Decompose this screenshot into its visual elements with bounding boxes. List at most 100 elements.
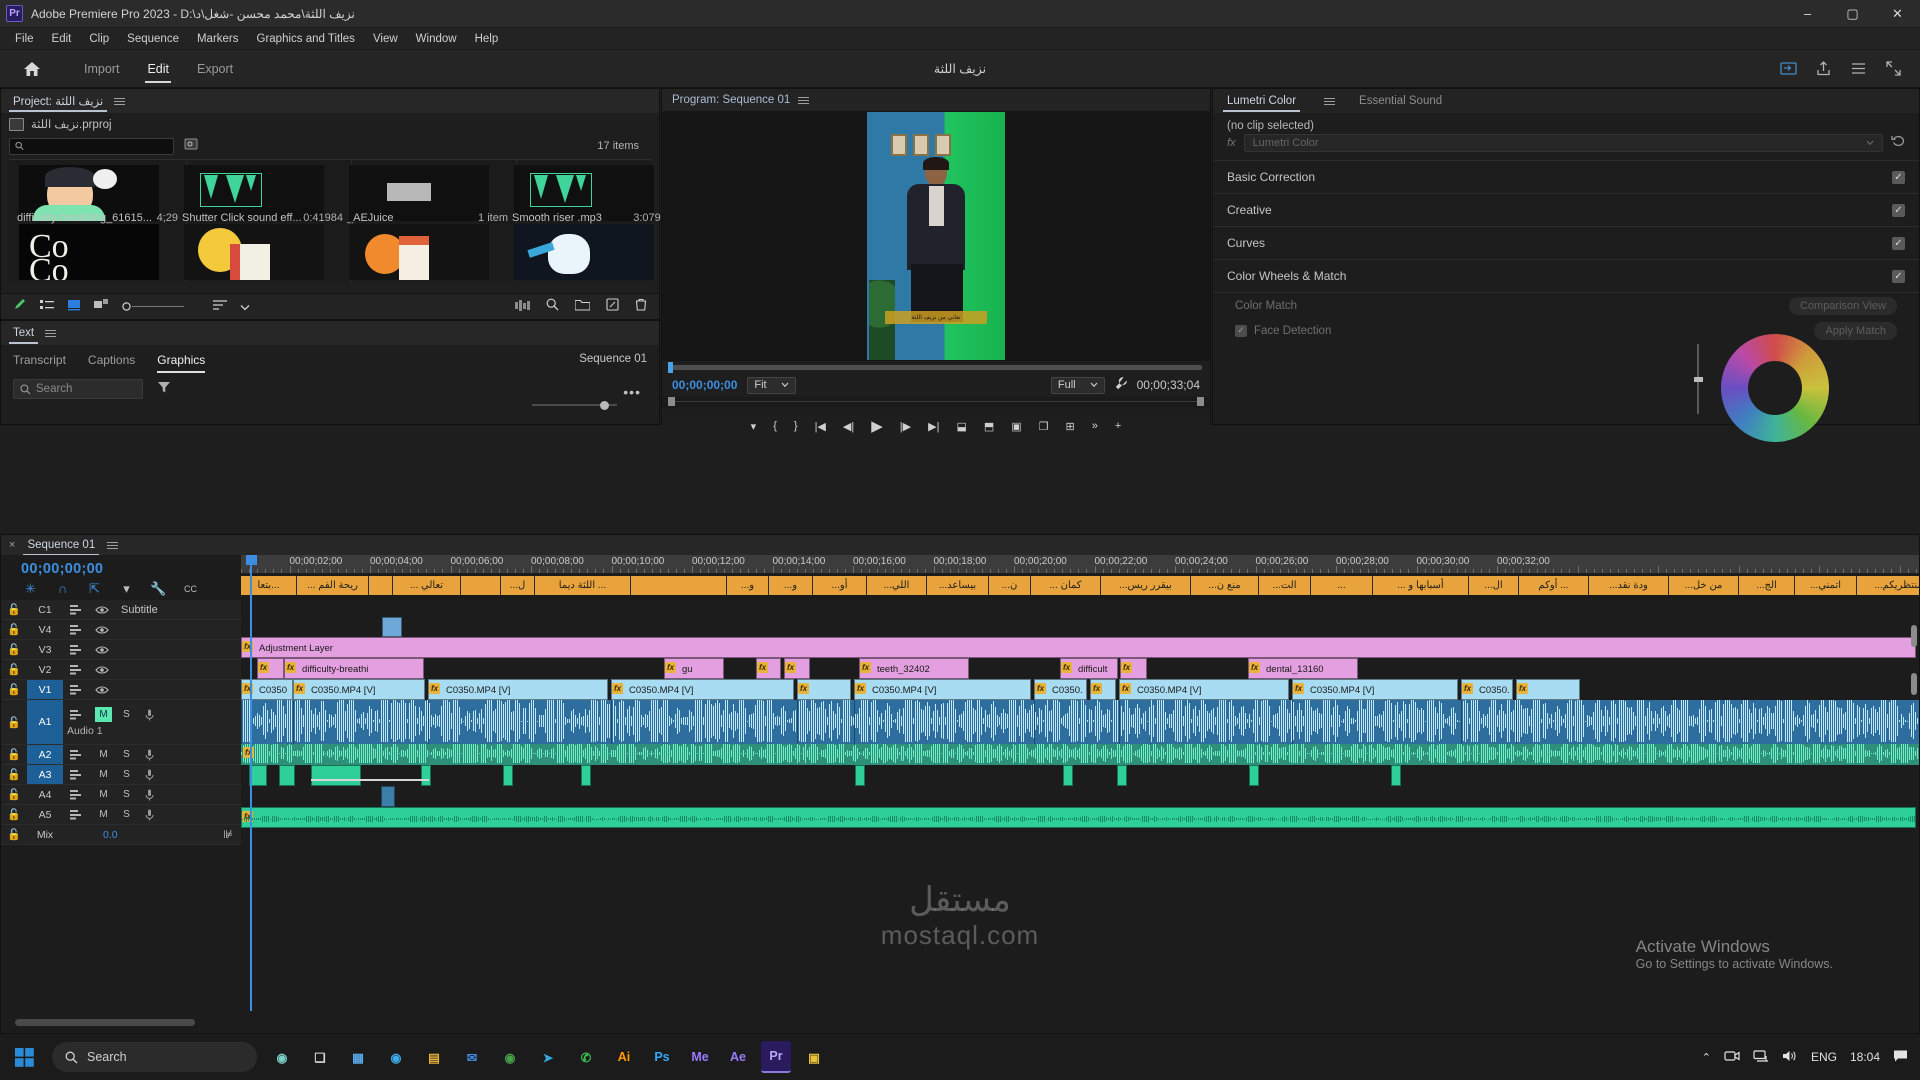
workspace-tab-export[interactable]: Export (183, 50, 247, 88)
linked-selection-icon[interactable]: ⇱ (87, 581, 102, 596)
audio-keyframe-line[interactable] (311, 779, 429, 781)
step-back-icon[interactable]: ◀| (843, 420, 854, 433)
auto-match-icon[interactable] (515, 298, 530, 316)
track-target-icon[interactable] (63, 809, 89, 820)
workspace-tab-edit[interactable]: Edit (133, 50, 183, 88)
out-point-marker[interactable] (1197, 397, 1204, 406)
menu-markers[interactable]: Markers (188, 30, 248, 48)
graphics-more-options-icon[interactable]: ••• (623, 384, 641, 400)
graphics-zoom-knob[interactable] (600, 401, 609, 410)
menu-sequence[interactable]: Sequence (118, 30, 188, 48)
expand-icon[interactable] (1885, 60, 1902, 77)
more-options-icon[interactable] (1850, 60, 1867, 77)
subtitle-clip[interactable]: ... أسبابها و (1373, 576, 1469, 595)
taskbar-language[interactable]: ENG (1811, 1050, 1837, 1064)
close-sequence-icon[interactable]: × (9, 539, 15, 551)
microphone-icon[interactable] (141, 707, 158, 722)
project-tab[interactable]: Project: نزيف اللثة (9, 90, 108, 113)
telegram-icon[interactable]: ➤ (533, 1041, 563, 1073)
timeline-clip[interactable]: fx gu (664, 658, 724, 679)
mail-icon[interactable]: ✉ (457, 1041, 487, 1073)
comparison-view-button[interactable]: Comparison View (1788, 296, 1897, 315)
subtitle-clip[interactable]: ... تعالي (393, 576, 461, 595)
subtitle-clip[interactable]: ...منتظريكم (1857, 576, 1919, 595)
timeline-clip[interactable]: fx difficult (1060, 658, 1118, 679)
add-marker-icon[interactable]: ▾ (119, 581, 134, 596)
subtitle-clip[interactable] (461, 576, 501, 595)
timeline-clip[interactable] (1391, 765, 1401, 786)
timeline-clip[interactable] (1117, 765, 1127, 786)
button-editor-icon[interactable]: + (1115, 420, 1121, 432)
timeline-playhead-timecode[interactable]: 00;00;00;00 (1, 555, 241, 579)
lumetri-tab-essential-sound[interactable]: Essential Sound (1355, 90, 1446, 113)
timeline-clip[interactable] (279, 765, 295, 786)
timeline-clip[interactable]: fx dental_13160 (1248, 658, 1358, 679)
mute-button[interactable]: M (95, 707, 112, 722)
subtitle-clip[interactable]: ...اللي (867, 576, 927, 595)
apply-match-button[interactable]: Apply Match (1814, 321, 1897, 340)
mute-button[interactable]: M (95, 747, 112, 762)
timeline-clip[interactable]: fxC0350.MP4 [V] (797, 679, 851, 700)
track-target-icon[interactable] (63, 644, 89, 655)
close-button[interactable]: ✕ (1875, 0, 1920, 28)
maximize-button[interactable]: ▢ (1830, 0, 1875, 28)
notification-icon[interactable] (1893, 1049, 1908, 1066)
track-name-label[interactable]: V2 (27, 660, 63, 679)
program-current-timecode[interactable]: 00;00;00;00 (672, 378, 737, 392)
timeline-clip[interactable] (1249, 765, 1259, 786)
play-stop-icon[interactable]: ▶ (871, 417, 883, 435)
multi-camera-icon[interactable]: ⊞ (1066, 420, 1075, 433)
track-name-label[interactable]: V1 (27, 680, 63, 699)
file-explorer-icon[interactable]: ▤ (419, 1041, 449, 1073)
eye-icon[interactable] (89, 645, 115, 655)
track-header-a1[interactable]: 🔓 A1 M S Audio 1 (1, 700, 241, 745)
subtitle-clip[interactable]: ...منع ن (1191, 576, 1259, 595)
timeline-clip[interactable]: fx difficulty-breathi (284, 658, 424, 679)
list-view-icon[interactable] (40, 298, 54, 316)
track-header-a5[interactable]: 🔓 A5 M S (1, 805, 241, 825)
menu-clip[interactable]: Clip (80, 30, 118, 48)
subtitle-clip[interactable]: ...الج (1739, 576, 1795, 595)
audio-meter-icon[interactable]: ⊯ (223, 828, 233, 841)
subtitle-clip[interactable]: اللثة ديما ... (535, 576, 631, 595)
timeline-clip[interactable]: fxC0350.MP4 [V] (428, 679, 608, 700)
task-view-icon[interactable]: ❏ (305, 1041, 335, 1073)
zoom-level-select[interactable]: Fit (747, 376, 796, 394)
freeform-view-icon[interactable] (94, 298, 109, 316)
subtitle-clip[interactable]: ... كمان (1031, 576, 1101, 595)
microphone-icon[interactable] (141, 787, 158, 802)
menu-view[interactable]: View (364, 30, 407, 48)
text-tab-transcript[interactable]: Transcript (13, 353, 66, 373)
subtitle-clip[interactable]: ...و (769, 576, 813, 595)
lumetri-effect-select[interactable]: Lumetri Color (1243, 134, 1883, 152)
network-icon[interactable] (1753, 1049, 1769, 1066)
in-point-marker[interactable] (668, 397, 675, 406)
track-name-label[interactable]: A1 (27, 700, 63, 744)
subtitle-clip[interactable] (369, 576, 393, 595)
timeline-clip[interactable]: fxC0350.MP4 [V] (1119, 679, 1289, 700)
subtitle-clip[interactable]: ...الت (1259, 576, 1311, 595)
subtitle-track-lane[interactable]: بتعا...... ريحة الفم... تعالي ...ل اللثة د… (241, 573, 1919, 595)
track-header-a4[interactable]: 🔓 A4 M S (1, 785, 241, 805)
mark-out-icon[interactable]: } (794, 420, 798, 432)
wrench-icon[interactable] (1114, 376, 1128, 395)
eye-icon[interactable] (89, 625, 115, 635)
extract-icon[interactable]: ⬒ (984, 420, 994, 433)
whatsapp-icon[interactable]: ✆ (571, 1041, 601, 1073)
subtitle-clip[interactable]: أوكم ... (1519, 576, 1589, 595)
subtitle-clip[interactable]: ...بيساعد (927, 576, 989, 595)
microphone-icon[interactable] (141, 807, 158, 822)
lock-icon[interactable]: 🔓 (1, 788, 27, 801)
track-header-a2[interactable]: 🔓 A2 M S (1, 745, 241, 765)
text-tab-captions[interactable]: Captions (88, 353, 135, 373)
camera-icon[interactable] (1724, 1049, 1740, 1066)
lumetri-panel-menu-icon[interactable] (1324, 96, 1336, 107)
workspace-tab-import[interactable]: Import (70, 50, 133, 88)
project-search-input[interactable] (28, 140, 168, 152)
subtitle-clip[interactable]: ...من خل (1669, 576, 1739, 595)
taskbar-search-box[interactable]: Search (52, 1042, 257, 1072)
timeline-panel-menu-icon[interactable] (107, 540, 119, 551)
windows-start-icon[interactable] (0, 1034, 48, 1080)
timeline-clip[interactable]: fx teeth_32402 (859, 658, 969, 679)
solo-button[interactable]: S (118, 747, 135, 762)
